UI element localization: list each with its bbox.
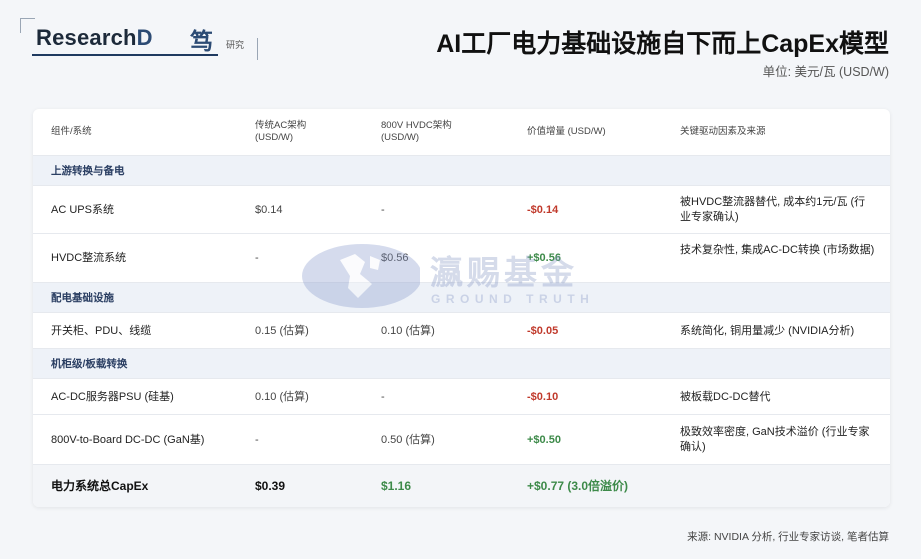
cell-increment: +$0.50 xyxy=(527,434,561,446)
cell-drivers: 被板载DC-DC替代 xyxy=(680,391,771,403)
cell-ac: $0.14 xyxy=(255,204,283,216)
cell-hvdc: 0.10 (估算) xyxy=(381,325,435,337)
cell-component: AC UPS系统 xyxy=(51,204,114,216)
cell-ac: - xyxy=(255,252,259,264)
cell-component: 开关柜、PDU、线缆 xyxy=(51,325,152,337)
cell-increment: -$0.10 xyxy=(527,391,559,403)
total-increment: +$0.77 (3.0倍溢价) xyxy=(527,479,629,493)
table-row: AC UPS系统 $0.14 - -$0.14 被HVDC整流器替代, 成本约1… xyxy=(33,185,890,234)
logo-text: ResearchD xyxy=(36,25,153,51)
cell-hvdc: $0.56 xyxy=(381,252,409,264)
cell-hvdc: - xyxy=(381,391,385,403)
cell-component: AC-DC服务器PSU (硅基) xyxy=(51,391,174,403)
section-row: 机柜级/板载转换 xyxy=(33,348,890,379)
cell-ac: 0.10 (估算) xyxy=(255,391,309,403)
cell-drivers: 被HVDC整流器替代, 成本约1元/瓦 (行业专家确认) xyxy=(680,196,866,223)
cell-ac: - xyxy=(255,434,259,446)
section-row: 配电基础设施 xyxy=(33,282,890,313)
capex-table: 组件/系统 传统AC架构 (USD/W) 800V HVDC架构 (USD/W)… xyxy=(33,109,890,507)
logo-text-main: Research xyxy=(36,25,137,50)
logo-sub: 研究 xyxy=(226,40,245,50)
total-row: 电力系统总CapEx $0.39 $1.16 +$0.77 (3.0倍溢价) xyxy=(33,464,890,507)
section-title: 机柜级/板载转换 xyxy=(51,358,128,370)
source-note: 来源: NVIDIA 分析, 行业专家访谈, 笔者估算 xyxy=(687,531,889,543)
page-title: AI工厂电力基础设施自下而上CapEx模型 xyxy=(436,30,889,58)
cell-increment: +$0.56 xyxy=(527,252,561,264)
unit-label: 单位: 美元/瓦 (USD/W) xyxy=(762,65,889,79)
table-row: 800V-to-Board DC-DC (GaN基) - 0.50 (估算) +… xyxy=(33,414,890,465)
header-hvdc: 800V HVDC架构 (USD/W) xyxy=(381,120,452,143)
logo-underline xyxy=(32,54,218,56)
table-row: AC-DC服务器PSU (硅基) 0.10 (估算) - -$0.10 被板载D… xyxy=(33,378,890,415)
cell-ac: 0.15 (估算) xyxy=(255,325,309,337)
total-ac: $0.39 xyxy=(255,479,286,493)
cell-drivers: 系统简化, 铜用量减少 (NVIDIA分析) xyxy=(680,325,855,337)
section-title: 上游转换与备电 xyxy=(51,165,125,177)
cell-drivers: 技术复杂性, 集成AC-DC转换 (市场数据) xyxy=(680,244,875,256)
table-row: 开关柜、PDU、线缆 0.15 (估算) 0.10 (估算) -$0.05 系统… xyxy=(33,312,890,349)
total-hvdc: $1.16 xyxy=(381,479,412,493)
section-title: 配电基础设施 xyxy=(51,292,114,304)
total-label: 电力系统总CapEx xyxy=(51,479,149,493)
logo-frame-corner xyxy=(20,18,35,33)
header-component: 组件/系统 xyxy=(51,126,92,137)
cell-component: HVDC整流系统 xyxy=(51,252,127,264)
logo-text-d: D xyxy=(136,25,153,50)
cell-hvdc: 0.50 (估算) xyxy=(381,434,435,446)
cell-hvdc: - xyxy=(381,204,385,216)
cell-increment: -$0.05 xyxy=(527,325,559,337)
header-drivers: 关键驱动因素及来源 xyxy=(680,126,766,137)
table-header: 组件/系统 传统AC架构 (USD/W) 800V HVDC架构 (USD/W)… xyxy=(33,109,890,155)
brand-logo: ResearchD 笃 研究 xyxy=(20,18,258,60)
cell-component: 800V-to-Board DC-DC (GaN基) xyxy=(51,434,205,446)
logo-frame-right xyxy=(256,38,258,60)
header-ac: 传统AC架构 (USD/W) xyxy=(255,120,307,143)
logo-cn: 笃 xyxy=(190,28,213,54)
cell-increment: -$0.14 xyxy=(527,204,559,216)
section-row: 上游转换与备电 xyxy=(33,155,890,186)
cell-drivers: 极致效率密度, GaN技术溢价 (行业专家确认) xyxy=(680,426,870,453)
header-increment: 价值增量 (USD/W) xyxy=(527,126,606,137)
table-row: HVDC整流系统 - $0.56 +$0.56 技术复杂性, 集成AC-DC转换… xyxy=(33,233,890,283)
